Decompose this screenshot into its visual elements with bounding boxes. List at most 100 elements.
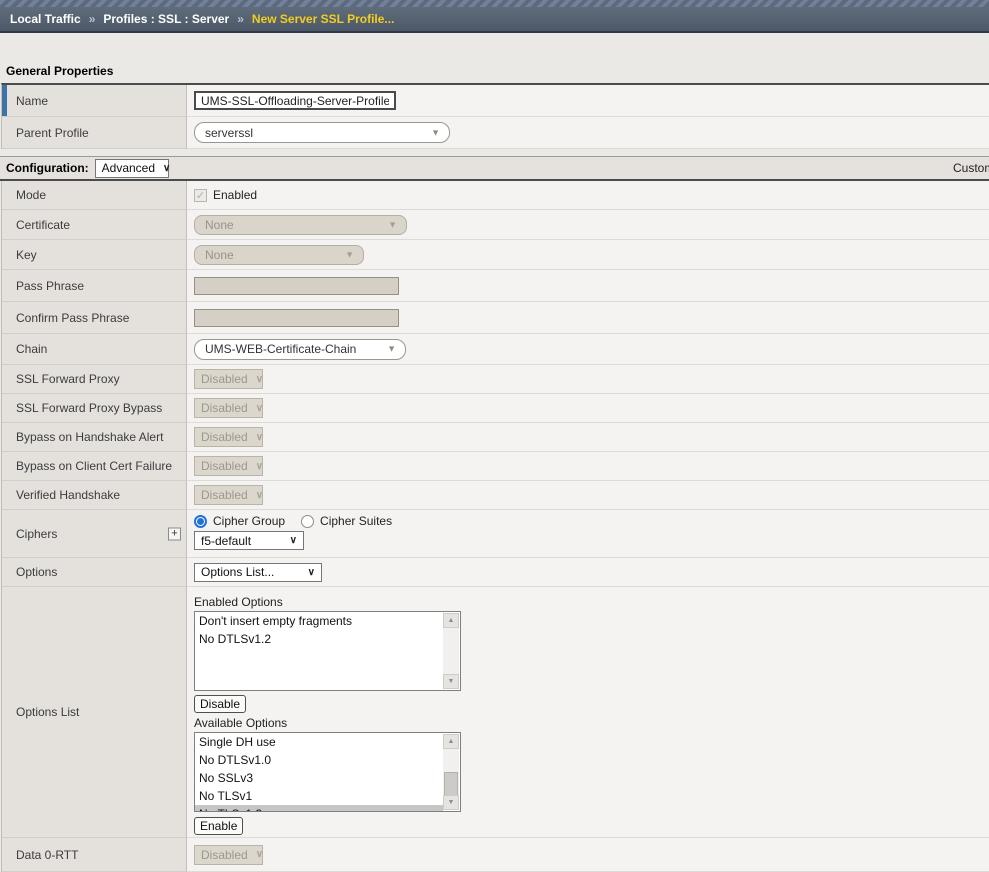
options-list-label: Options List [2,587,187,838]
chevron-down-icon: ∨ [163,163,170,174]
scroll-up-icon[interactable]: ▲ [443,613,459,628]
scroll-down-icon[interactable]: ▼ [443,674,459,689]
scroll-up-icon[interactable]: ▲ [443,734,459,749]
enable-button[interactable]: Enable [194,817,243,835]
disable-button[interactable]: Disable [194,695,246,713]
table-row-pass-phrase: Pass Phrase [2,270,989,302]
pass-phrase-label: Pass Phrase [2,270,187,302]
cipher-group-radio-label: Cipher Group [213,514,285,528]
data-0rtt-label: Data 0-RTT [2,838,187,872]
name-input[interactable] [194,91,396,110]
table-row-confirm-pass-phrase: Confirm Pass Phrase [2,302,989,334]
name-label: Name [2,85,187,117]
available-options-listbox[interactable]: Single DH use No DTLSv1.0 No SSLv3 No TL… [194,732,461,812]
table-row-options-list: Options List Enabled Options Don't inser… [2,587,989,838]
certificate-label: Certificate [2,210,187,240]
table-row-key: Key None ▼ [2,240,989,270]
cipher-group-select[interactable]: f5-default ∨ [194,531,304,550]
cipher-suites-radio-label: Cipher Suites [320,514,392,528]
available-options-title: Available Options [194,716,989,730]
table-row-name: Name [2,85,989,117]
chain-select[interactable]: UMS-WEB-Certificate-Chain ▼ [194,339,406,360]
chevron-down-icon: ∨ [256,374,263,385]
pass-phrase-input [194,277,399,295]
enabled-options-title: Enabled Options [194,595,989,609]
table-row-bypass-on-handshake-alert: Bypass on Handshake Alert Disabled ∨ [2,423,989,452]
parent-profile-label: Parent Profile [2,117,187,149]
list-item[interactable]: No SSLv3 [195,769,443,787]
ciphers-label: Ciphers + [2,510,187,558]
bypass-on-client-cert-failure-label: Bypass on Client Cert Failure [2,452,187,481]
dropdown-arrow-icon: ▼ [387,345,396,354]
mode-label: Mode [2,181,187,210]
options-label: Options [2,558,187,587]
table-row-ssl-forward-proxy: SSL Forward Proxy Disabled ∨ [2,365,989,394]
configuration-table: Mode ✓ Enabled Certificate None ▼ Key No… [1,181,989,872]
chevron-down-icon: ∨ [290,535,297,546]
list-item[interactable]: Single DH use [195,733,443,751]
bypass-on-client-cert-failure-select: Disabled ∨ [194,456,263,476]
configuration-label: Configuration: [6,161,89,175]
table-row-certificate: Certificate None ▼ [2,210,989,240]
general-properties-table: Name Parent Profile serverssl ▼ [1,83,989,149]
bypass-on-handshake-alert-select: Disabled ∨ [194,427,263,447]
check-icon: ✓ [196,189,205,202]
list-item[interactable]: Don't insert empty fragments [195,612,443,630]
chain-label: Chain [2,334,187,365]
ciphers-expand-button[interactable]: + [168,527,181,540]
breadcrumb-current-page: New Server SSL Profile... [252,12,395,26]
options-list-select[interactable]: Options List... ∨ [194,563,322,582]
ssl-forward-proxy-select: Disabled ∨ [194,369,263,389]
table-row-parent-profile: Parent Profile serverssl ▼ [2,117,989,149]
list-item[interactable]: No DTLSv1.0 [195,751,443,769]
mode-checkbox: ✓ [194,189,207,202]
chevron-down-icon: ∨ [256,461,263,472]
chevron-down-icon: ∨ [256,849,263,860]
custom-column-label: Custom [953,161,989,175]
list-item[interactable]: No DTLSv1.2 [195,630,443,648]
list-item[interactable]: No TLSv1 [195,787,443,805]
breadcrumb-link-profiles-ssl-server[interactable]: Profiles : SSL : Server [103,12,229,26]
table-row-bypass-on-client-cert-failure: Bypass on Client Cert Failure Disabled ∨ [2,452,989,481]
key-label: Key [2,240,187,270]
table-row-mode: Mode ✓ Enabled [2,181,989,210]
cipher-suites-radio[interactable] [301,515,314,528]
table-row-chain: Chain UMS-WEB-Certificate-Chain ▼ [2,334,989,365]
confirm-pass-phrase-label: Confirm Pass Phrase [2,302,187,334]
dropdown-arrow-icon: ▼ [388,220,397,229]
list-item-selected[interactable]: No TLSv1.3 [195,805,443,812]
chevron-down-icon: ∨ [256,403,263,414]
cipher-group-radio[interactable] [194,515,207,528]
breadcrumb-separator-icon: » [89,12,96,26]
breadcrumb-separator-icon: » [237,12,244,26]
ssl-forward-proxy-bypass-select: Disabled ∨ [194,398,263,418]
chevron-down-icon: ∨ [256,490,263,501]
configuration-header: Configuration: Advanced ∨ Custom [0,156,989,181]
table-row-ciphers: Ciphers + Cipher Group Cipher Suites f5-… [2,510,989,558]
breadcrumb-link-local-traffic[interactable]: Local Traffic [10,12,81,26]
ssl-forward-proxy-label: SSL Forward Proxy [2,365,187,394]
mode-checkbox-label: Enabled [213,188,257,202]
data-0rtt-select: Disabled ∨ [194,845,263,865]
scrollbar[interactable]: ▲ ▼ [443,734,459,810]
table-row-options: Options Options List... ∨ [2,558,989,587]
dropdown-arrow-icon: ▼ [345,250,354,259]
verified-handshake-select: Disabled ∨ [194,485,263,505]
parent-profile-select[interactable]: serverssl ▼ [194,122,450,143]
scrollbar[interactable]: ▲ ▼ [443,613,459,689]
scroll-down-icon[interactable]: ▼ [443,795,459,810]
key-select: None ▼ [194,245,364,265]
dropdown-arrow-icon: ▼ [431,128,440,137]
table-row-verified-handshake: Verified Handshake Disabled ∨ [2,481,989,510]
enabled-options-listbox[interactable]: Don't insert empty fragments No DTLSv1.2… [194,611,461,691]
certificate-select: None ▼ [194,215,407,235]
section-title-general-properties: General Properties [6,64,113,78]
breadcrumb: Local Traffic » Profiles : SSL : Server … [0,7,989,33]
decorative-stripe-band [0,0,989,7]
chevron-down-icon: ∨ [256,432,263,443]
verified-handshake-label: Verified Handshake [2,481,187,510]
bypass-on-handshake-alert-label: Bypass on Handshake Alert [2,423,187,452]
confirm-pass-phrase-input [194,309,399,327]
configuration-level-select[interactable]: Advanced ∨ [95,159,169,178]
ssl-forward-proxy-bypass-label: SSL Forward Proxy Bypass [2,394,187,423]
